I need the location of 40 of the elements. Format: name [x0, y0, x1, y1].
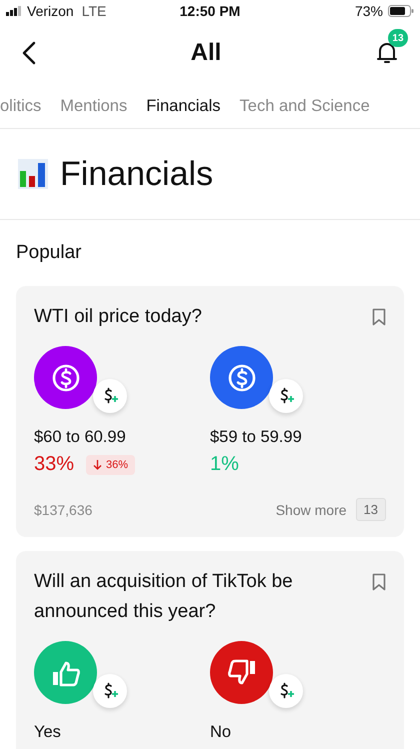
dollar-icon: [226, 362, 258, 394]
subsection-heading: Popular: [15, 241, 82, 265]
question-text: Will an acquisition of TikTok be announced this year?: [34, 570, 294, 624]
category-tab[interactable]: Tech and Science: [240, 96, 370, 116]
bookmark-icon[interactable]: [372, 573, 386, 591]
signal-icon: [6, 6, 22, 16]
option-label: $59 to 59.99: [210, 428, 303, 447]
battery-icon: [388, 5, 414, 17]
more-count-badge: 13: [356, 498, 386, 521]
show-more-link[interactable]: Show more: [276, 502, 347, 518]
volume-amount: $137,636: [34, 502, 92, 518]
carrier-name: Verizon: [27, 3, 74, 19]
down-arrow-icon: [93, 459, 102, 470]
option-percent: 1%: [210, 453, 239, 476]
bar-chart-icon: [18, 159, 48, 189]
change-value: 36%: [106, 458, 128, 470]
dollar-icon: [50, 362, 82, 394]
option-label: $60 to 60.99: [34, 428, 127, 447]
category-tab[interactable]: olitics: [0, 96, 42, 116]
option-label: Yes: [34, 723, 62, 742]
network-type: LTE: [82, 3, 106, 19]
notification-badge: 13: [388, 29, 408, 47]
notification-bell-icon[interactable]: [376, 41, 398, 65]
category-tab[interactable]: Mentions: [60, 96, 128, 116]
market-card[interactable]: Will an acquisition of TikTok be announced this year? Yes No: [16, 551, 404, 749]
section-heading: Financials: [60, 154, 214, 194]
bet-button[interactable]: [269, 674, 303, 708]
page-title: All: [190, 39, 222, 67]
question-text: WTI oil price today?: [34, 305, 202, 329]
option-percent: 33%: [34, 453, 74, 476]
option-label: No: [210, 723, 232, 742]
category-tab[interactable]: Financials: [146, 96, 221, 116]
battery-percent: 73%: [354, 3, 383, 19]
status-time: 12:50 PM: [180, 3, 240, 19]
bookmark-icon[interactable]: [372, 308, 386, 326]
bet-button[interactable]: [269, 379, 303, 413]
bet-button[interactable]: [93, 379, 127, 413]
market-card[interactable]: WTI oil price today? $60 to 60.99 33% 36% $59 to 59.99 1% $137,636 Show more 13: [16, 286, 404, 537]
back-icon[interactable]: [22, 41, 36, 65]
bet-button[interactable]: [93, 674, 127, 708]
